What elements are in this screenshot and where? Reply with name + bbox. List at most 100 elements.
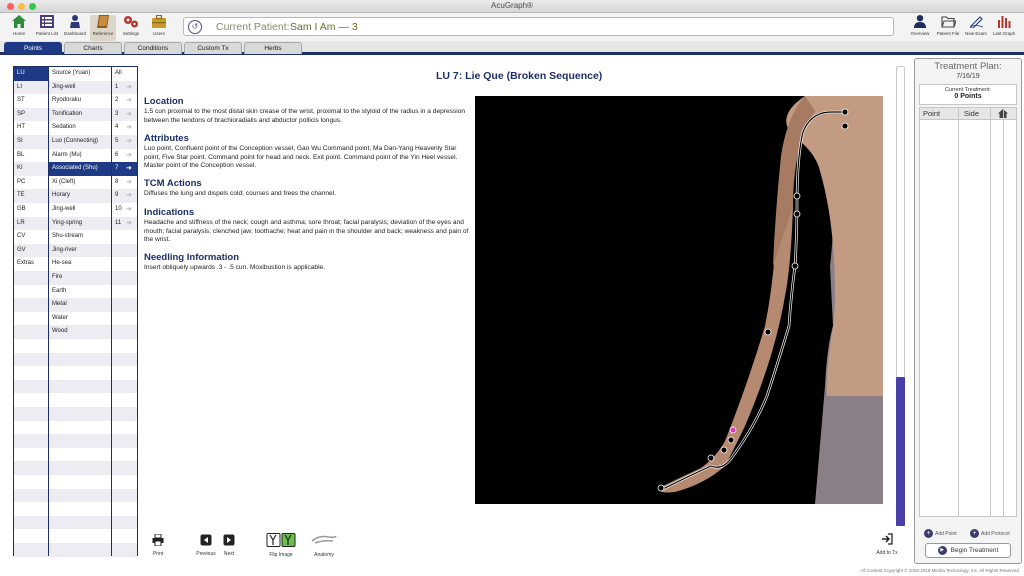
point-category-item[interactable]: Ryodoraku [49,94,111,108]
tab-custom-tx[interactable]: Custom Tx [184,42,242,54]
add-point-arrow-icon[interactable]: ➜ [126,124,134,131]
point-number-item[interactable]: 5 ➜ [112,135,137,149]
meridian-item[interactable]: HT [14,121,48,135]
add-point-arrow-icon[interactable]: ➜ [126,84,134,91]
meridian-item[interactable]: SI [14,135,48,149]
point-category-item[interactable]: Tonification [49,107,111,122]
acupoint-marker[interactable] [793,210,801,218]
meridian-item[interactable]: KI [14,162,48,176]
settings-button[interactable]: Settings [118,15,144,41]
next-button[interactable]: Next [220,534,238,557]
home-button[interactable]: Home [6,15,32,41]
point-category-item[interactable]: Jing-well [49,80,111,95]
add-point-arrow-icon[interactable]: ➜ [126,179,134,186]
point-category-item[interactable]: Ying-spring [49,216,111,231]
previous-button[interactable]: Previous [193,534,219,557]
history-icon[interactable]: ↺ [188,20,202,34]
acupoint-marker[interactable] [727,436,735,444]
tab-conditions[interactable]: Conditions [124,42,182,54]
point-number-item[interactable]: 2 ➜ [112,94,137,108]
begin-treatment-button[interactable]: ▶ Begin Treatment [925,543,1011,558]
acupoint-marker[interactable] [720,446,728,454]
anatomy-button[interactable]: Anatomy [309,533,339,558]
section-body-indications: Headache and stiffness of the neck; coug… [144,219,469,244]
add-protocol-button[interactable]: + Add Protocol [970,529,1010,538]
meridian-item[interactable]: GB [14,203,48,217]
dashboard-button[interactable]: Dashboard [62,15,88,41]
selected-acupoint-marker[interactable] [729,426,737,434]
reference-button[interactable]: Reference [90,15,116,41]
point-number-item[interactable]: 3 ➜ [112,107,137,122]
empty-row [14,298,48,312]
add-point-arrow-icon[interactable]: ➜ [126,165,134,172]
meridian-item[interactable]: PC [14,176,48,190]
meridian-item[interactable]: CV [14,230,48,244]
point-category-item[interactable]: Associated (Shu) [49,162,111,176]
point-category-item[interactable]: Alarm (Mu) [49,149,111,163]
point-category-item[interactable]: Horary [49,189,111,203]
point-number-item[interactable]: 7 ➜ [112,162,137,176]
empty-row [14,285,48,299]
point-category-item[interactable]: Water [49,312,111,326]
add-point-arrow-icon[interactable]: ➜ [126,97,134,104]
acupoint-marker[interactable] [841,122,849,130]
point-number-item[interactable]: 1 ➜ [112,80,137,95]
print-button[interactable]: Print [148,533,168,557]
point-number-item[interactable]: 11 ➜ [112,216,137,231]
add-point-arrow-icon[interactable]: ➜ [126,138,134,145]
flip-image-button[interactable]: Flip Image [264,533,298,558]
acupoint-marker[interactable] [764,328,772,336]
point-number-item[interactable]: 4 ➜ [112,121,137,135]
point-category-item[interactable]: Sedation [49,121,111,135]
add-point-arrow-icon[interactable]: ➜ [126,152,134,159]
point-category-item[interactable]: Earth [49,285,111,299]
point-category-item[interactable]: Luo (Connecting) [49,135,111,149]
overview-button[interactable]: Overview [907,15,933,41]
tab-points[interactable]: Points [4,42,62,54]
meridian-item[interactable]: SP [14,107,48,122]
current-patient-field[interactable]: ↺ Current Patient: Sam I Am — 3 [183,17,894,36]
add-point-arrow-icon[interactable]: ➜ [126,220,134,227]
col-point-header: Point [923,109,941,118]
treatment-plan-panel: Treatment Plan: 7/16/19 Current Treatmen… [914,58,1022,564]
point-category-item[interactable]: Shu-stream [49,230,111,244]
acupoint-marker[interactable] [841,108,849,116]
point-category-item[interactable]: Metal [49,298,111,312]
meridian-item[interactable]: LU [14,67,48,81]
point-number-item[interactable]: 10 ➜ [112,203,137,217]
acupoint-marker[interactable] [791,262,799,270]
meridian-item[interactable]: BL [14,149,48,163]
last-graph-button[interactable]: Last Graph [991,15,1017,41]
acupoint-marker[interactable] [707,454,715,462]
acupoint-marker[interactable] [657,484,665,492]
meridian-item[interactable]: GV [14,243,48,258]
point-category-item[interactable]: Wood [49,325,111,339]
users-button[interactable]: Users [146,14,172,41]
meridian-item[interactable]: Extras [14,257,48,271]
meridian-item[interactable]: ST [14,94,48,108]
meridian-item[interactable]: LI [14,80,48,95]
point-category-item[interactable]: Jing-well [49,203,111,217]
point-category-item[interactable]: Xi (Cleft) [49,176,111,190]
point-category-item[interactable]: Fire [49,271,111,285]
new-exam-button[interactable]: New Exam [963,15,989,41]
point-category-item[interactable]: Jing-river [49,243,111,258]
point-category-item[interactable]: Source (Yuan) [49,67,111,81]
treatment-plan-date: 7/16/19 [956,73,980,80]
point-number-item[interactable]: 8 ➜ [112,176,137,190]
meridian-item[interactable]: LR [14,216,48,231]
acupoint-marker[interactable] [793,192,801,200]
point-category-item[interactable]: He-sea [49,257,111,271]
add-point-arrow-icon[interactable]: ➜ [126,192,134,199]
patient-list-button[interactable]: Patient List [34,15,60,41]
tab-herbs[interactable]: Herbs [244,42,302,54]
add-point-arrow-icon[interactable]: ➜ [126,206,134,213]
point-number-item[interactable]: 6 ➜ [112,149,137,163]
meridian-item[interactable]: TE [14,189,48,203]
patient-file-button[interactable]: Patient File [935,15,961,41]
add-point-arrow-icon[interactable]: ➜ [126,111,134,118]
add-to-tx-button[interactable]: Add to Tx [873,533,901,556]
point-number-item[interactable]: 9 ➜ [112,189,137,203]
tab-charts[interactable]: Charts [64,42,122,54]
add-point-button[interactable]: + Add Point [924,529,957,538]
